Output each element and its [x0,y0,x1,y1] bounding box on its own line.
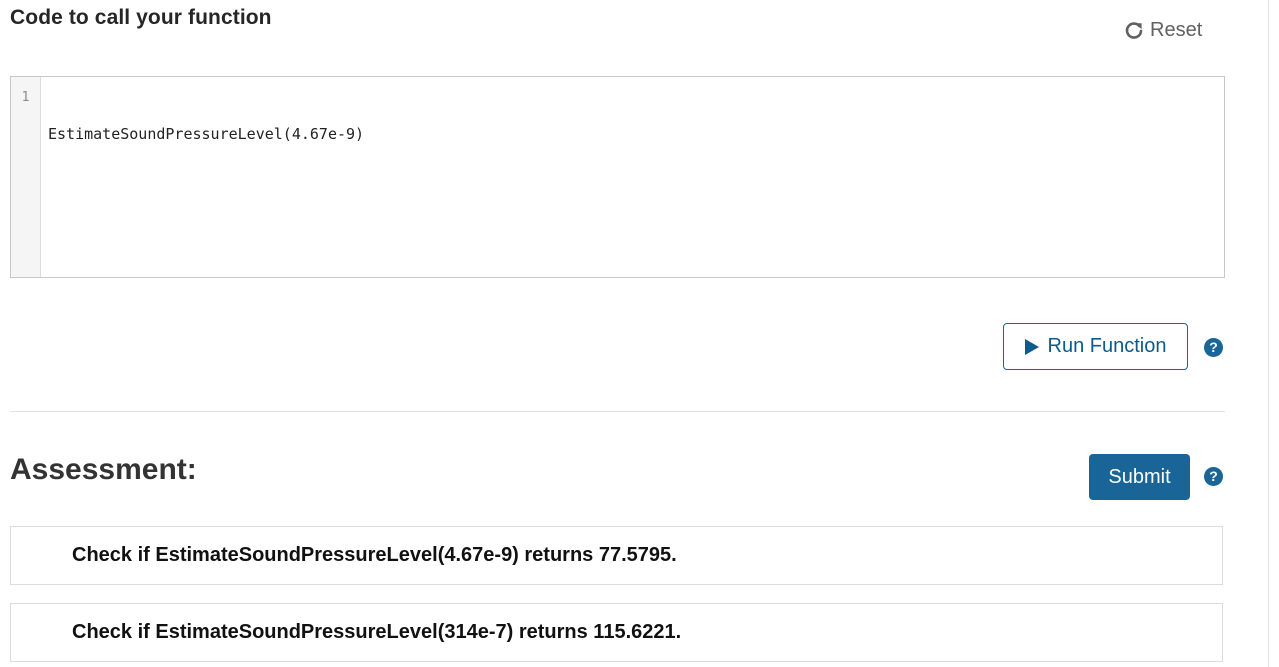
run-function-label: Run Function [1047,335,1167,357]
code-input[interactable]: EstimateSoundPressureLevel(4.67e-9) [41,77,1224,277]
check-text: Check if EstimateSoundPressureLevel(314e… [72,621,682,643]
assessment-title: Assessment: [10,453,197,486]
submit-button[interactable]: Submit [1089,454,1190,500]
code-line[interactable]: EstimateSoundPressureLevel(4.67e-9) [48,125,1224,143]
assessment-check-item: Check if EstimateSoundPressureLevel(314e… [10,603,1223,662]
assessment-check-item: Check if EstimateSoundPressureLevel(4.67… [10,526,1223,585]
scrollbar-track [1268,0,1269,667]
section-title: Code to call your function [10,6,272,29]
reset-label: Reset [1150,18,1203,41]
question-circle-icon[interactable]: ? [1204,338,1223,357]
refresh-icon [1124,20,1144,40]
line-number-gutter: 1 [11,77,41,277]
reset-button[interactable]: Reset [1124,17,1202,43]
play-icon [1024,338,1039,355]
section-divider [10,411,1225,412]
check-text: Check if EstimateSoundPressureLevel(4.67… [72,544,677,566]
run-function-button[interactable]: Run Function [1003,323,1188,370]
question-circle-icon[interactable]: ? [1204,467,1223,486]
line-number: 1 [21,90,30,105]
code-editor[interactable]: 1 EstimateSoundPressureLevel(4.67e-9) [10,76,1225,278]
